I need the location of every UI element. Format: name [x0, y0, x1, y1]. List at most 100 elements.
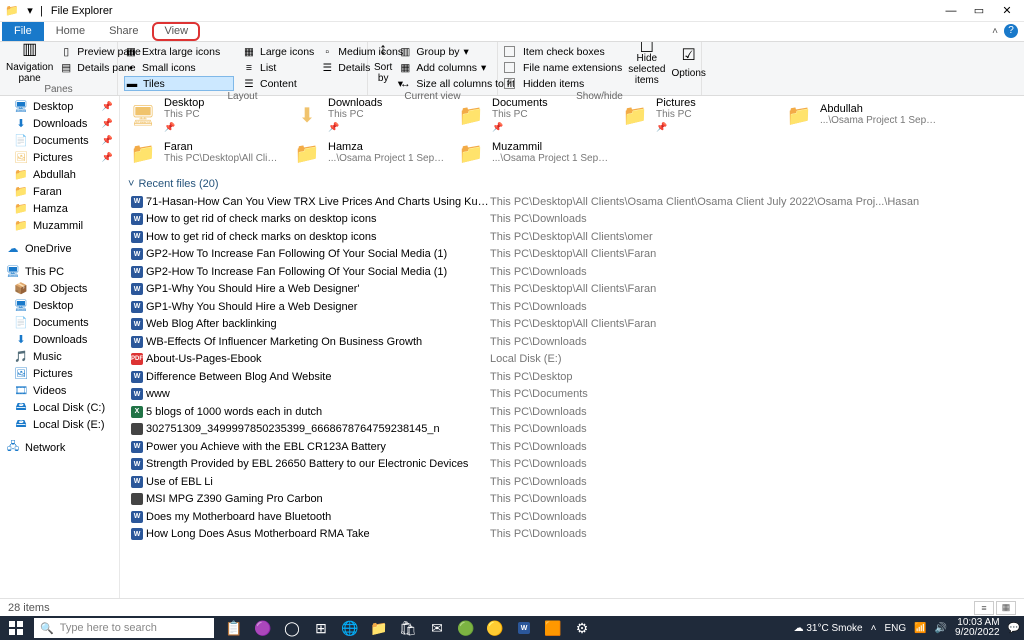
layout-small[interactable]: ▪Small icons — [124, 60, 234, 75]
frequent-folder[interactable]: ⬇DownloadsThis PC📌 — [292, 98, 448, 132]
view-details-button[interactable]: ≡ — [974, 601, 994, 615]
recent-files-header[interactable]: ˅Recent files (20) — [128, 176, 1016, 193]
layout-tiles[interactable]: ▬Tiles — [124, 76, 234, 91]
navigation-pane-button[interactable]: ▥ Navigation pane — [6, 44, 53, 84]
frequent-folder[interactable]: 📁Hamza...\Osama Project 1 Septe... — [292, 136, 448, 170]
frequent-folder[interactable]: 📁Abdullah...\Osama Project 1 Septe... — [784, 98, 940, 132]
taskbar-app[interactable]: 🟣 — [249, 616, 277, 640]
frequent-folder[interactable]: 📁FaranThis PC\Desktop\All Clients — [128, 136, 284, 170]
taskbar-settings[interactable]: ⚙ — [568, 616, 596, 640]
nav-item[interactable]: 🖴Local Disk (E:) — [0, 416, 119, 433]
view-tiles-button[interactable]: ▦ — [996, 601, 1016, 615]
navigation-tree[interactable]: 🖥Desktop📌⬇Downloads📌📄Documents📌🖼Pictures… — [0, 96, 120, 600]
hidden-items-toggle[interactable]: ✓Hidden items — [504, 76, 622, 91]
tray-volume-icon[interactable]: 🔊 — [935, 623, 947, 634]
frequent-folder[interactable]: 📁PicturesThis PC📌 — [620, 98, 776, 132]
taskbar-explorer[interactable]: 📁 — [365, 616, 393, 640]
taskbar-word[interactable]: W — [510, 616, 538, 640]
taskbar-chrome2[interactable]: 🟡 — [481, 616, 509, 640]
nav-item[interactable]: 🖼Pictures📌 — [0, 149, 119, 166]
taskbar-cortana[interactable]: ◯ — [278, 616, 306, 640]
recent-file-row[interactable]: WGP1-Why You Should Hire a Web DesignerT… — [128, 298, 1016, 316]
qat-dropdown-icon[interactable]: ▾ — [22, 3, 38, 19]
recent-file-row[interactable]: WwwwThis PC\Documents — [128, 386, 1016, 404]
taskbar-edge[interactable]: 🌐 — [336, 616, 364, 640]
tab-share[interactable]: Share — [97, 22, 150, 41]
recent-file-row[interactable]: MSI MPG Z390 Gaming Pro CarbonThis PC\Do… — [128, 491, 1016, 509]
tab-file[interactable]: File — [2, 22, 44, 41]
recent-file-row[interactable]: 302751309_3499997850235399_6668678764759… — [128, 421, 1016, 439]
file-extensions-toggle[interactable]: File name extensions — [504, 60, 622, 75]
recent-file-row[interactable]: WDoes my Motherboard have BluetoothThis … — [128, 508, 1016, 526]
taskbar-app2[interactable]: 🟧 — [539, 616, 567, 640]
tray-wifi-icon[interactable]: 📶 — [914, 623, 926, 634]
layout-xl[interactable]: ▦Extra large icons — [124, 44, 234, 59]
nav-item[interactable]: 🎞Videos — [0, 382, 119, 399]
maximize-button[interactable]: ▭ — [972, 4, 986, 18]
help-icon[interactable]: ? — [1004, 24, 1018, 38]
taskbar-app[interactable]: 📋 — [220, 616, 248, 640]
nav-item[interactable]: 📄Documents — [0, 314, 119, 331]
nav-thispc[interactable]: 🖥This PC — [0, 263, 119, 280]
tray-clock[interactable]: 10:03 AM9/20/2022 — [955, 618, 1000, 638]
recent-file-row[interactable]: WHow to get rid of check marks on deskto… — [128, 211, 1016, 229]
frequent-folder[interactable]: 📁DocumentsThis PC📌 — [456, 98, 612, 132]
recent-file-row[interactable]: X5 blogs of 1000 words each in dutchThis… — [128, 403, 1016, 421]
recent-file-row[interactable]: WHow Long Does Asus Motherboard RMA Take… — [128, 526, 1016, 544]
options-button[interactable]: ☑Options — [671, 44, 705, 84]
nav-item[interactable]: ⬇Downloads — [0, 331, 119, 348]
nav-item[interactable]: 🖥Desktop — [0, 297, 119, 314]
recent-file-row[interactable]: WWeb Blog After backlinkingThis PC\Deskt… — [128, 316, 1016, 334]
frequent-folder[interactable]: 📁Muzammil...\Osama Project 1 Septe... — [456, 136, 612, 170]
nav-item[interactable]: 📦3D Objects — [0, 280, 119, 297]
word-icon: W — [131, 231, 143, 243]
taskbar-taskview[interactable]: ⊞ — [307, 616, 335, 640]
weather-widget[interactable]: ☁ 31°C Smoke — [794, 623, 863, 634]
nav-item[interactable]: 🖴Local Disk (C:) — [0, 399, 119, 416]
recent-file-row[interactable]: W71-Hasan-How Can You View TRX Live Pric… — [128, 193, 1016, 211]
nav-item[interactable]: ⬇Downloads📌 — [0, 115, 119, 132]
tray-language[interactable]: ENG — [884, 623, 906, 634]
recent-file-row[interactable]: WUse of EBL LiThis PC\Downloads — [128, 473, 1016, 491]
recent-file-row[interactable]: WGP1-Why You Should Hire a Web Designer'… — [128, 281, 1016, 299]
recent-file-row[interactable]: WGP2-How To Increase Fan Following Of Yo… — [128, 246, 1016, 264]
nav-network[interactable]: 🖧Network — [0, 439, 119, 456]
layout-list[interactable]: ≡List — [242, 60, 276, 75]
nav-item[interactable]: 🎵Music — [0, 348, 119, 365]
recent-file-row[interactable]: WGP2-How To Increase Fan Following Of Yo… — [128, 263, 1016, 281]
ribbon-collapse-icon[interactable]: ˄ — [992, 26, 998, 37]
nav-item[interactable]: 🖼Pictures — [0, 365, 119, 382]
close-button[interactable]: ✕ — [1000, 4, 1014, 18]
recent-file-row[interactable]: WHow to get rid of check marks on deskto… — [128, 228, 1016, 246]
minimize-button[interactable]: — — [944, 4, 958, 18]
taskbar-chrome[interactable]: 🟢 — [452, 616, 480, 640]
nav-item[interactable]: 📁Muzammil — [0, 217, 119, 234]
layout-large[interactable]: ▦Large icons — [242, 44, 314, 59]
taskbar-mail[interactable]: ✉ — [423, 616, 451, 640]
tab-view[interactable]: View — [152, 22, 200, 41]
recent-file-row[interactable]: WWB-Effects Of Influencer Marketing On B… — [128, 333, 1016, 351]
tab-home[interactable]: Home — [44, 22, 97, 41]
hide-selected-button[interactable]: ☐Hide selected items — [628, 44, 665, 84]
tray-chevron-icon[interactable]: ˄ — [871, 623, 877, 634]
folder-icon: 📁 — [128, 138, 158, 168]
start-button[interactable] — [0, 616, 32, 640]
layout-content[interactable]: ☰Content — [242, 76, 297, 91]
item-checkboxes-toggle[interactable]: Item check boxes — [504, 44, 622, 59]
recent-file-row[interactable]: PDFAbout-Us-Pages-EbookLocal Disk (E:) — [128, 351, 1016, 369]
nav-item[interactable]: 📄Documents📌 — [0, 132, 119, 149]
recent-file-row[interactable]: WPower you Achieve with the EBL CR123A B… — [128, 438, 1016, 456]
search-box[interactable]: 🔍Type here to search — [34, 618, 214, 638]
recent-file-row[interactable]: WDifference Between Blog And WebsiteThis… — [128, 368, 1016, 386]
nav-onedrive[interactable]: ☁OneDrive — [0, 240, 119, 257]
nav-item[interactable]: 🖥Desktop📌 — [0, 98, 119, 115]
nav-item[interactable]: 📁Abdullah — [0, 166, 119, 183]
nav-item[interactable]: 📁Faran — [0, 183, 119, 200]
frequent-folder[interactable]: 🖥DesktopThis PC📌 — [128, 98, 284, 132]
recent-file-row[interactable]: WStrength Provided by EBL 26650 Battery … — [128, 456, 1016, 474]
taskbar-store[interactable]: 🛍 — [394, 616, 422, 640]
tray-notifications-icon[interactable]: 💬 — [1008, 623, 1020, 634]
hide-icon: ☐ — [640, 42, 654, 53]
sortby-button[interactable]: ↕Sort by — [374, 44, 392, 84]
nav-item[interactable]: 📁Hamza — [0, 200, 119, 217]
